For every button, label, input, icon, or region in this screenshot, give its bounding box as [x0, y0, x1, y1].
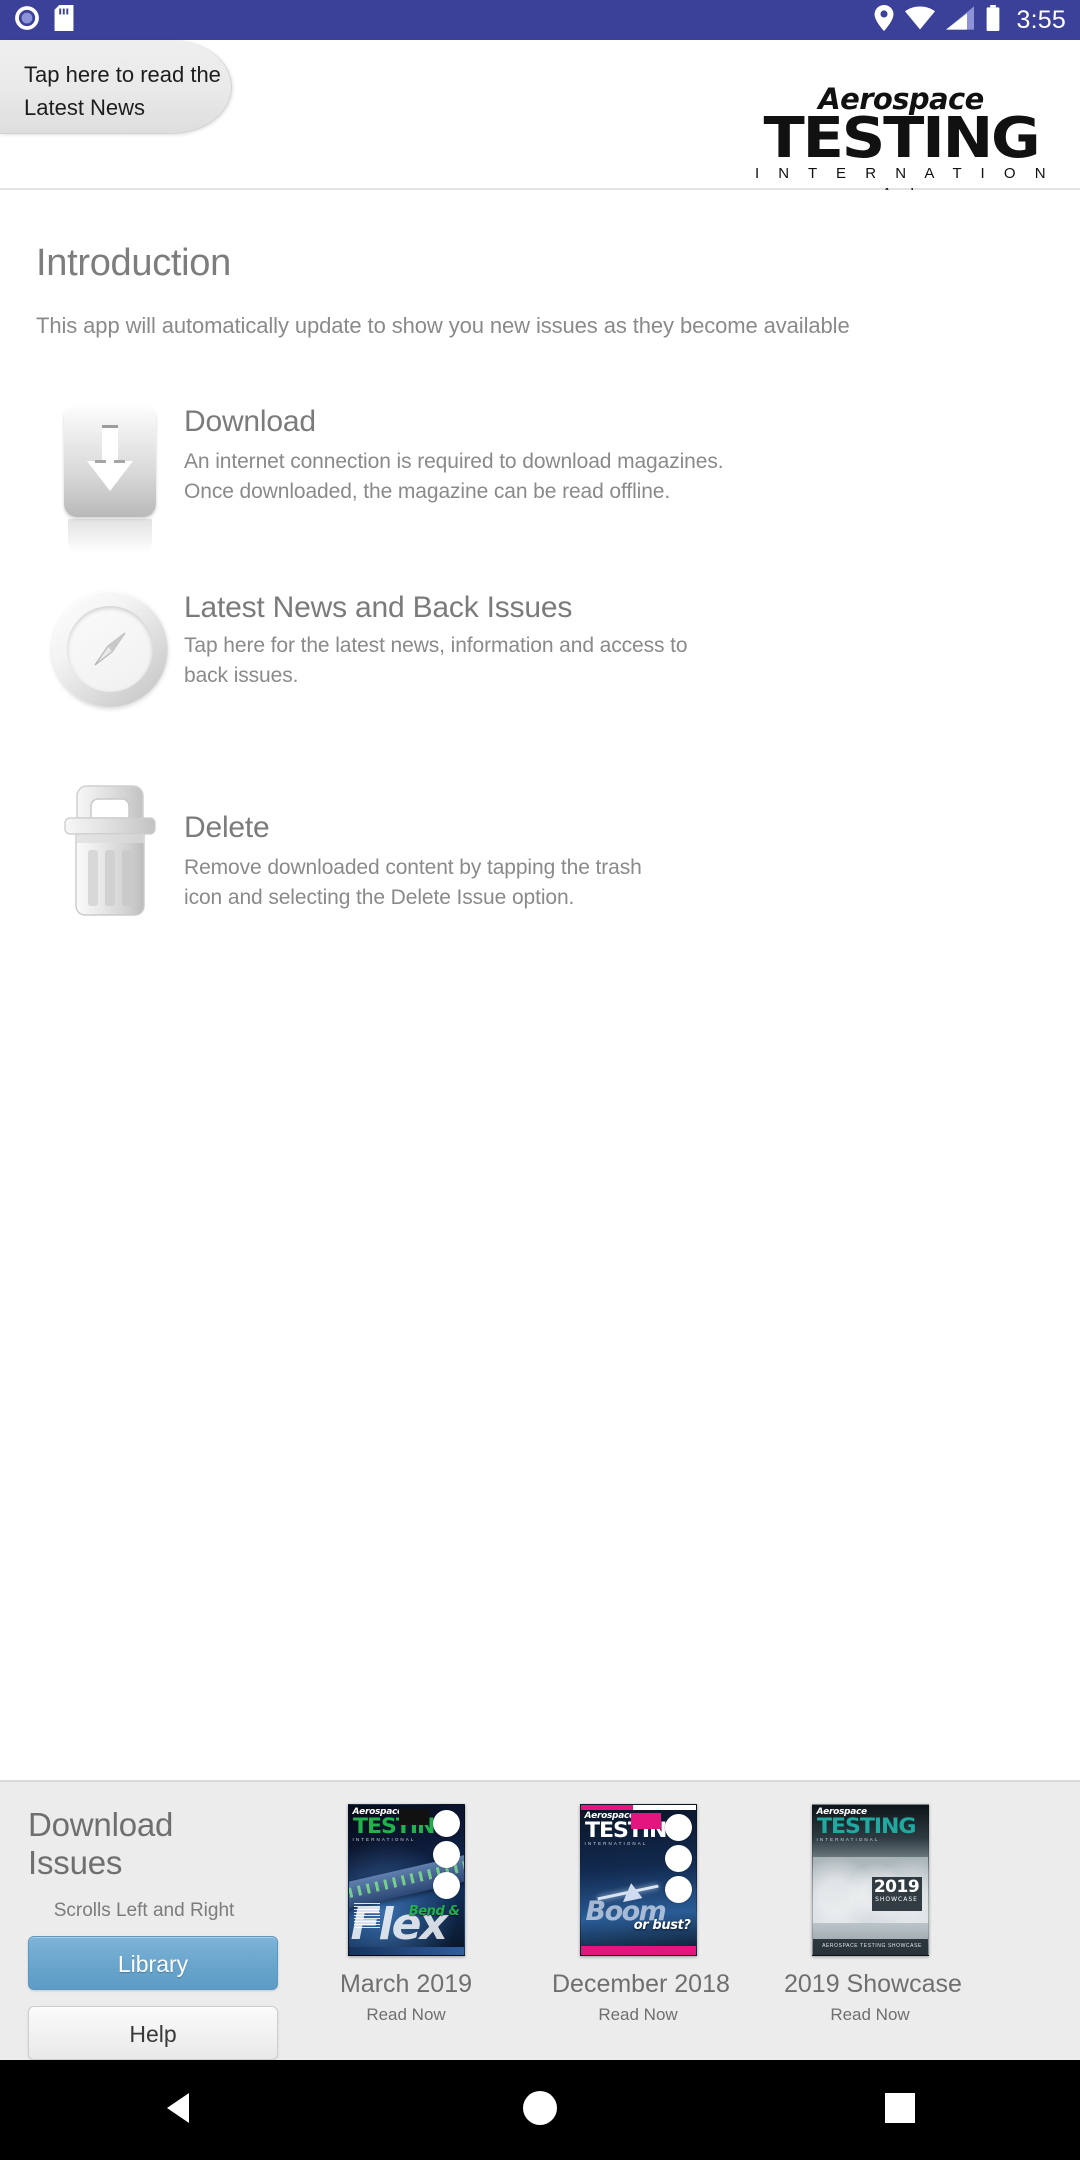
cover-masthead-main: TESTING [816, 1814, 916, 1838]
feature-download-description: An internet connection is required to do… [184, 450, 724, 503]
cover-footer-bar: AEROSPACE TESTING SHOWCASE [812, 1939, 928, 1955]
wifi-icon [904, 5, 935, 35]
feature-news-text: Latest News and Back Issues Tap here for… [184, 587, 714, 691]
home-button[interactable] [480, 2087, 600, 2134]
issues-scroll-strip[interactable]: Aerospace TESTING INTERNATIONAL Flex Ben… [280, 1782, 1080, 2060]
cover-top-bar [580, 1805, 696, 1810]
issue-card[interactable]: Aerospace TESTING INTERNATIONAL 2019 SHO… [784, 1804, 962, 2025]
feature-news-description: Tap here for the latest news, informatio… [184, 634, 688, 687]
help-button[interactable]: Help [28, 2006, 278, 2060]
status-bar-left-icons [14, 4, 74, 36]
latest-news-tab-line2: Latest News [24, 95, 146, 120]
feature-download-title: Download [184, 405, 316, 438]
feature-news-icon-wrap [36, 587, 184, 707]
shelf-controls: Download Issues Scrolls Left and Right L… [0, 1782, 280, 2060]
feature-download: Download An internet connection is requi… [36, 401, 1044, 553]
issue-read-now-link[interactable]: Read Now [552, 2005, 724, 2025]
record-indicator-icon [14, 5, 40, 36]
issue-read-now-link[interactable]: Read Now [784, 2005, 956, 2025]
page-subtitle: This app will automatically update to sh… [36, 313, 850, 338]
issue-card[interactable]: Aerospace TESTING INTERNATIONAL Flex Ben… [320, 1804, 492, 2025]
library-button[interactable]: Library [28, 1936, 278, 1990]
issue-cover-march-2019[interactable]: Aerospace TESTING INTERNATIONAL Flex Ben… [347, 1804, 465, 1956]
issue-read-now-link[interactable]: Read Now [320, 2005, 492, 2025]
feature-delete-title: Delete [184, 811, 270, 844]
feature-delete-text: Delete Remove downloaded content by tapp… [184, 769, 704, 913]
cover-corner-badge [630, 1813, 661, 1829]
cover-badge-year: 2019 [873, 1877, 920, 1897]
feature-delete: Delete Remove downloaded content by tapp… [36, 769, 1044, 923]
cover-badge-label: SHOWCASE [875, 1896, 918, 1903]
cover-bubbles [664, 1814, 692, 1907]
status-bar-clock: 3:55 [1016, 5, 1066, 34]
latest-news-tab-line1: Tap here to read the [24, 62, 221, 87]
feature-download-icon-wrap [36, 401, 184, 553]
latest-news-tab[interactable]: Tap here to read the Latest News [0, 40, 232, 134]
recents-square-icon [879, 2087, 921, 2134]
battery-icon [985, 4, 1001, 36]
status-bar-right-icons: 3:55 [874, 4, 1066, 36]
home-circle-icon [519, 2087, 561, 2134]
aerospace-testing-logo: Aerospace TESTING I N T E R N A T I O N … [736, 84, 1066, 204]
feature-delete-icon-wrap [36, 769, 184, 923]
back-triangle-icon [159, 2087, 201, 2134]
shelf-scroll-hint: Scrolls Left and Right [53, 1900, 235, 1921]
cover-bubbles [432, 1810, 460, 1903]
cover-year-badge: 2019 SHOWCASE [871, 1877, 922, 1911]
cover-footer-bar [580, 1946, 696, 1955]
feature-latest-news: Latest News and Back Issues Tap here for… [36, 587, 1044, 707]
download-issues-shelf: Download Issues Scrolls Left and Right L… [0, 1780, 1080, 2060]
android-navigation-bar [0, 2060, 1080, 2160]
download-arrow-icon [64, 405, 156, 553]
recents-button[interactable] [840, 2087, 960, 2134]
issue-title: March 2019 [339, 1970, 473, 1998]
compass-icon [52, 591, 168, 707]
page-title: Introduction [36, 242, 231, 284]
trash-icon [54, 773, 166, 923]
location-icon [874, 4, 894, 36]
cover-corner-badge [398, 1809, 429, 1825]
shelf-title: Download Issues [28, 1806, 174, 1881]
cover-blurb-text [353, 1903, 380, 1929]
feature-news-title: Latest News and Back Issues [184, 591, 573, 624]
logo-testing-text: TESTING [763, 106, 1040, 171]
issue-title: December 2018 [552, 1970, 730, 1998]
app-header: Tap here to read the Latest News Aerospa… [0, 40, 1080, 202]
status-bar: 3:55 [0, 0, 1080, 40]
cover-masthead: Aerospace TESTING INTERNATIONAL [817, 1808, 924, 1843]
cover-headline-small: Bend & [408, 1904, 460, 1919]
back-button[interactable] [120, 2087, 240, 2134]
issue-title: 2019 Showcase [784, 1970, 962, 1998]
issue-cover-2019-showcase[interactable]: Aerospace TESTING INTERNATIONAL 2019 SHO… [811, 1804, 929, 1956]
cover-strip-text: AEROSPACE TESTING SHOWCASE [822, 1943, 922, 1949]
issue-cover-december-2018[interactable]: Aerospace TESTING INTERNATIONAL Boom or … [579, 1804, 697, 1956]
issue-card[interactable]: Aerospace TESTING INTERNATIONAL Boom or … [552, 1804, 730, 2025]
sd-card-icon [54, 4, 74, 36]
cover-headline-small: or bust? [633, 1918, 691, 1933]
cellular-signal-icon [945, 5, 974, 35]
feature-download-text: Download An internet connection is requi… [184, 401, 749, 507]
feature-delete-description: Remove downloaded content by tapping the… [184, 856, 642, 909]
main-content: Introduction This app will automatically… [0, 190, 1080, 1780]
